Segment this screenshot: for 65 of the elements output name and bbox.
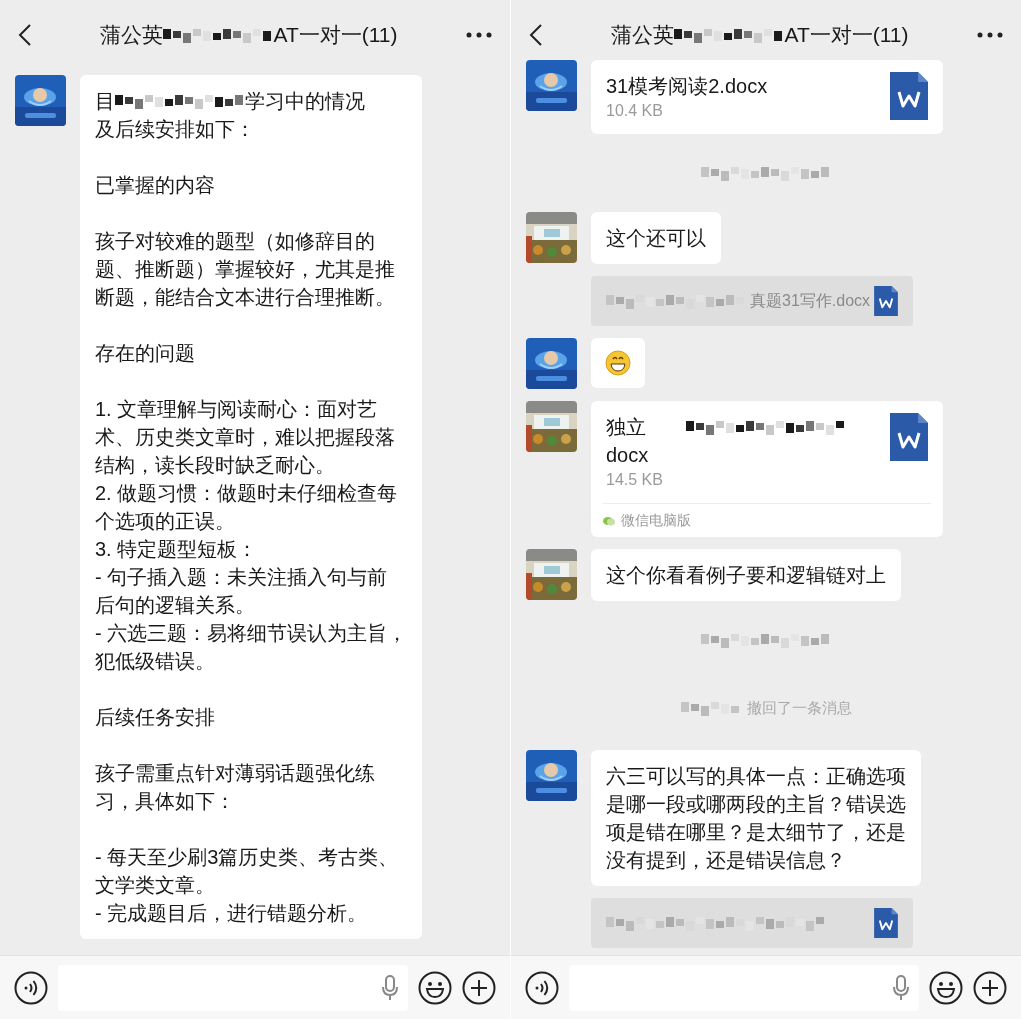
message-text: - 每天至少刷3篇历史类、考古类、 xyxy=(95,845,400,870)
message-text: 这个还可以 xyxy=(606,226,706,251)
voice-icon[interactable] xyxy=(14,970,48,1005)
message-text: 项是错在哪里？是太细节了，还是 xyxy=(606,819,906,845)
file-name: 独立 xyxy=(606,415,646,440)
message-text: 孩子需重点针对薄弱话题强化练 xyxy=(95,761,376,786)
message-text: - 句子插入题：未关注插入句与前 xyxy=(95,565,389,590)
message-text: 没有提到，还是错误信息？ xyxy=(606,847,847,873)
message-text: - 六选三题：易将细节误认为主旨， xyxy=(95,621,408,646)
file-name: docx xyxy=(606,443,650,468)
message-text: 后续任务安排 xyxy=(95,705,216,730)
message-text: 学习中的情况 xyxy=(245,89,365,114)
message-text: 1. 文章理解与阅读耐心：面对艺 xyxy=(95,397,379,422)
message-text: 断题，能结合文本进行合理推断。 xyxy=(95,285,396,310)
message-text: 已掌握的内容 xyxy=(95,173,216,198)
message-input[interactable] xyxy=(569,964,919,1011)
redaction-drawing xyxy=(680,699,741,718)
message-text: 个选项的正误。 xyxy=(95,509,236,534)
document-icon xyxy=(890,413,928,461)
message-text: 及后续安排如下： xyxy=(95,117,256,142)
back-icon[interactable] xyxy=(529,23,543,47)
message-text: 存在的问题 xyxy=(95,341,196,366)
source-label: 微信电脑版 xyxy=(621,511,691,530)
more-icon[interactable] xyxy=(977,32,1003,38)
voice-icon[interactable] xyxy=(525,970,559,1005)
microphone-icon[interactable] xyxy=(382,974,398,1001)
message-text: 题、推断题）掌握较好，尤其是推 xyxy=(95,257,396,282)
grin-icon xyxy=(605,350,631,376)
more-icon[interactable] xyxy=(466,32,492,38)
wechat-icon xyxy=(603,515,615,526)
plus-icon[interactable] xyxy=(973,970,1007,1005)
chat-title: AT一对一(11) xyxy=(273,22,398,49)
file-name: 真题31写作.docx xyxy=(750,291,871,311)
back-icon[interactable] xyxy=(18,23,32,47)
message-text: 文学类文章。 xyxy=(95,873,216,898)
file-card[interactable]: 31模考阅读2.docx 10.4 KB xyxy=(591,60,943,134)
document-icon xyxy=(890,72,928,120)
microphone-icon[interactable] xyxy=(893,974,909,1001)
message-text: 这个你看看例子要和逻辑链对上 xyxy=(606,563,886,588)
message-text: 后句的逻辑关系。 xyxy=(95,593,256,618)
message-text: 结构，读长段时缺乏耐心。 xyxy=(95,453,336,478)
chat-title: 蒲公英 xyxy=(100,22,164,49)
message-text: - 完成题目后，进行错题分析。 xyxy=(95,901,369,926)
chat-title: 蒲公英 xyxy=(611,22,675,49)
message-text: 犯低级错误。 xyxy=(95,649,216,674)
emoji-icon[interactable] xyxy=(418,970,452,1005)
quoted-file[interactable] xyxy=(591,897,913,948)
message-text: 术、历史类文章时，难以把握段落 xyxy=(95,425,396,450)
file-card[interactable]: 独立 docx 14.5 KB 微信电脑版 xyxy=(591,401,943,537)
file-size: 14.5 KB xyxy=(606,470,664,490)
message-text: 孩子对较难的题型（如修辞目的 xyxy=(95,229,376,254)
message-text: 2. 做题习惯：做题时未仔细检查每 xyxy=(95,481,399,506)
document-icon xyxy=(874,286,898,316)
message-text: 是哪一段或哪两段的主旨？错误选 xyxy=(606,791,906,817)
emoji-icon[interactable] xyxy=(929,970,963,1005)
file-name: 31模考阅读2.docx xyxy=(606,74,768,99)
message-text: 3. 特定题型短板： xyxy=(95,537,259,562)
document-icon xyxy=(874,907,898,938)
message-text: 六三可以写的具体一点：正确选项 xyxy=(606,763,906,789)
plus-icon[interactable] xyxy=(462,970,496,1005)
chat-title: AT一对一(11) xyxy=(784,22,909,49)
message-text: 目 xyxy=(95,89,115,114)
file-size: 10.4 KB xyxy=(606,101,664,121)
message-input[interactable] xyxy=(58,964,408,1011)
message-text: 习，具体如下： xyxy=(95,789,236,814)
